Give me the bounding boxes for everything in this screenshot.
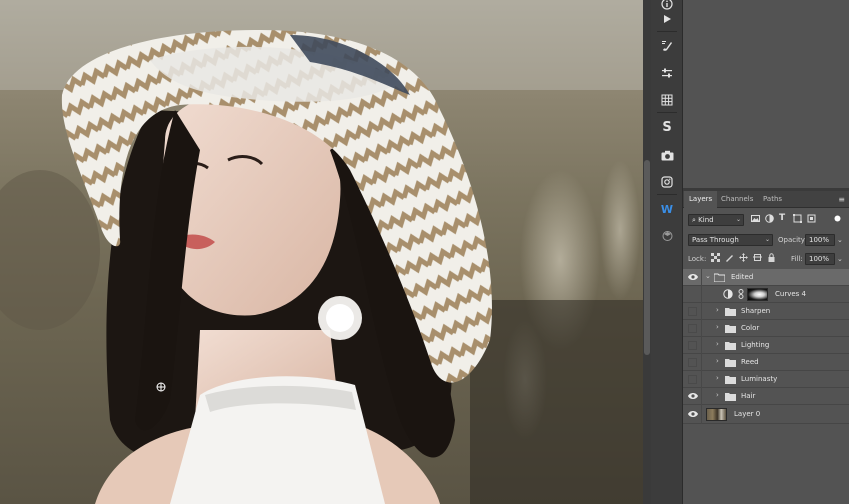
chevron-right-icon[interactable]: › [716, 391, 719, 399]
chevron-right-icon[interactable]: › [716, 357, 719, 365]
opacity-value: 100% [809, 236, 830, 244]
lock-label: Lock: [688, 255, 707, 263]
chevron-down-icon: ⌄ [764, 236, 770, 243]
layer-name: Reed [741, 358, 759, 366]
layer-name: Layer 0 [734, 410, 761, 418]
layer-mask-thumbnail[interactable] [747, 288, 768, 301]
chevron-right-icon[interactable]: › [716, 374, 719, 382]
link-icon[interactable] [738, 289, 744, 299]
folder-icon [725, 376, 736, 384]
layer-name: Curves 4 [775, 290, 806, 298]
tab-paths[interactable]: Paths [758, 191, 787, 208]
blend-mode-select[interactable]: Pass Through ⌄ [688, 234, 773, 246]
folder-icon [725, 342, 736, 350]
visibility-eye-icon[interactable] [688, 410, 698, 418]
filter-smart-object-icon[interactable] [807, 214, 816, 223]
canvas-vertical-scrollbar[interactable] [643, 0, 651, 504]
layer-row-lighting[interactable]: › Lighting [683, 337, 849, 354]
panel-icon-dock: S W [651, 0, 683, 504]
chevron-down-icon: ⌄ [735, 216, 741, 223]
brush-settings-icon[interactable] [657, 36, 677, 56]
photo-illustration [0, 0, 643, 504]
visibility-toggle[interactable] [688, 358, 697, 367]
layer-row-color[interactable]: › Color [683, 320, 849, 337]
styles-icon[interactable]: S [657, 117, 677, 137]
layer-name: Edited [731, 273, 754, 281]
chevron-right-icon[interactable]: › [716, 340, 719, 348]
fill-value: 100% [809, 255, 830, 263]
adjustments-icon[interactable] [657, 63, 677, 83]
lock-position-icon[interactable] [739, 253, 748, 262]
panel-tabbar: Layers Channels Paths ≡ [683, 191, 849, 209]
chevron-right-icon[interactable]: › [716, 323, 719, 331]
filter-shape-icon[interactable] [793, 214, 802, 223]
layer-row-hair[interactable]: › Hair [683, 388, 849, 405]
chevron-right-icon[interactable]: › [716, 306, 719, 314]
blend-mode-value: Pass Through [692, 236, 739, 244]
filter-type-icon[interactable]: T [779, 214, 788, 223]
fill-label: Fill: [791, 255, 803, 263]
search-icon: ⌕ [692, 216, 696, 224]
filter-adjustment-icon[interactable] [765, 214, 774, 223]
layer-row-layer-0[interactable]: Layer 0 [683, 405, 849, 424]
layer-name: Color [741, 324, 760, 332]
tab-layers[interactable]: Layers [684, 191, 718, 209]
filter-pixel-icon[interactable] [751, 214, 760, 223]
visibility-eye-icon[interactable] [688, 273, 698, 281]
filter-kind-select[interactable]: ⌕ Kind ⌄ [688, 214, 744, 226]
opacity-dropdown-icon[interactable]: ⌄ [837, 234, 843, 246]
tab-channels[interactable]: Channels [716, 191, 758, 208]
folder-icon [725, 325, 736, 333]
blend-opacity-row: Pass Through ⌄ Opacity: 100% ⌄ [683, 233, 849, 247]
fill-dropdown-icon[interactable]: ⌄ [837, 253, 843, 265]
fill-input[interactable]: 100% [805, 253, 835, 265]
layer-row-reed[interactable]: › Reed [683, 354, 849, 371]
lock-artboard-icon[interactable] [753, 253, 762, 262]
instagram-icon[interactable] [657, 172, 677, 192]
layer-name: Hair [741, 392, 756, 400]
layer-name: Luminasty [741, 375, 778, 383]
layer-row-luminasty[interactable]: › Luminasty [683, 371, 849, 388]
document-canvas[interactable] [0, 0, 643, 504]
opacity-input[interactable]: 100% [805, 234, 835, 246]
lock-image-icon[interactable] [725, 253, 734, 262]
layer-row-sharpen[interactable]: › Sharpen [683, 303, 849, 320]
camera-icon[interactable] [657, 145, 677, 165]
folder-icon [714, 273, 725, 282]
play-icon[interactable] [657, 9, 677, 29]
visibility-toggle[interactable] [688, 324, 697, 333]
layers-empty-area [683, 427, 849, 504]
filter-toggle-icon[interactable] [833, 214, 842, 223]
layer-filter-row: ⌕ Kind ⌄ T [683, 213, 849, 227]
layer-thumbnail[interactable] [706, 408, 727, 421]
lock-transparent-icon[interactable] [711, 253, 720, 262]
lock-all-icon[interactable] [767, 253, 776, 262]
filter-kind-label: Kind [698, 216, 714, 224]
visibility-toggle[interactable] [688, 290, 697, 299]
panel-menu-icon[interactable]: ≡ [838, 195, 845, 204]
layers-panel: Layers Channels Paths ≡ ⌕ Kind ⌄ T Pass [683, 191, 849, 504]
layer-name: Lighting [741, 341, 770, 349]
folder-icon [725, 308, 736, 316]
visibility-eye-icon[interactable] [688, 392, 698, 400]
layer-name: Sharpen [741, 307, 771, 315]
visibility-toggle[interactable] [688, 341, 697, 350]
adjustment-layer-icon [723, 289, 733, 299]
w-extension-icon[interactable]: W [657, 199, 677, 219]
lock-fill-row: Lock: Fill: 100% ⌄ [683, 252, 849, 266]
visibility-toggle[interactable] [688, 375, 697, 384]
layer-row-edited[interactable]: ⌄ Edited [683, 269, 849, 286]
grid-icon[interactable] [657, 90, 677, 110]
opacity-label: Opacity: [778, 236, 807, 244]
layer-row-curves-4[interactable]: Curves 4 [683, 286, 849, 303]
empty-panel-area [683, 0, 849, 188]
visibility-toggle[interactable] [688, 307, 697, 316]
folder-icon [725, 359, 736, 367]
folder-icon [725, 393, 736, 401]
learn-icon[interactable] [657, 226, 677, 246]
chevron-down-icon[interactable]: ⌄ [705, 272, 711, 280]
scrollbar-thumb[interactable] [644, 160, 650, 355]
